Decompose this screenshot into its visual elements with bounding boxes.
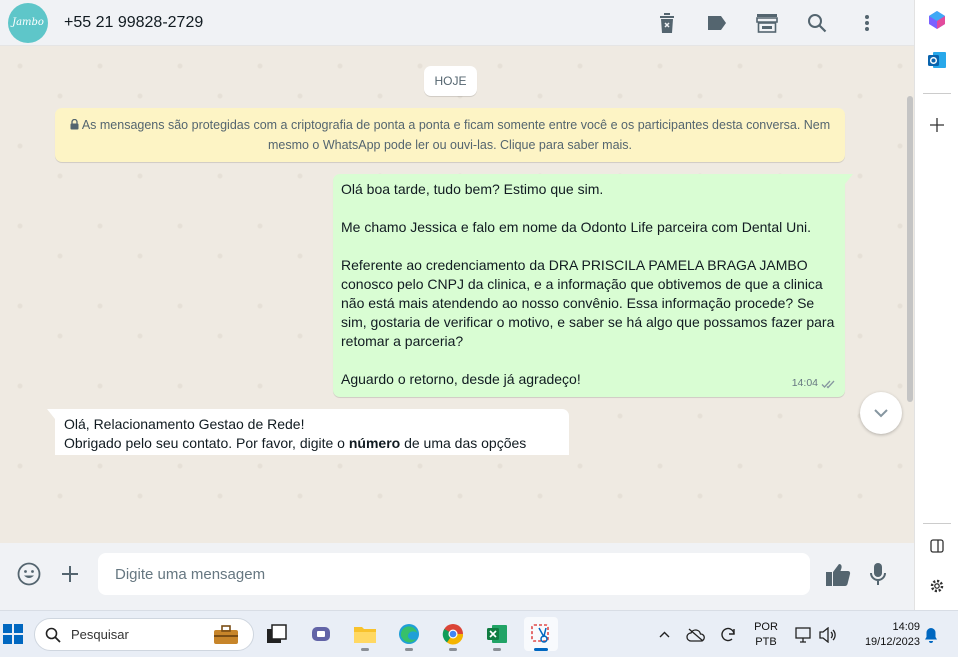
taskbar-search[interactable]: Pesquisar [34, 618, 254, 651]
bubble-tail [47, 409, 55, 419]
menu-dots-icon[interactable] [842, 0, 892, 46]
edge-divider [923, 523, 951, 524]
encryption-notice[interactable]: As mensagens são protegidas com a cripto… [55, 108, 845, 162]
running-indicator [361, 648, 369, 651]
message-line: Olá, Relacionamento Gestao de Rede! [64, 416, 305, 432]
snipping-tool-icon[interactable] [524, 617, 558, 651]
edge-divider [923, 93, 951, 94]
avatar[interactable]: Jambo [8, 2, 48, 43]
incoming-message[interactable]: Olá, Relacionamento Gestao de Rede! Obri… [55, 409, 569, 455]
emoji-icon[interactable] [14, 559, 44, 589]
running-indicator [405, 648, 413, 651]
taskbar: Pesquisar POR PTB 14:09 19/12/2023 [0, 610, 958, 657]
chrome-icon[interactable] [436, 617, 470, 651]
message-paragraph: Olá boa tarde, tudo bem? Estimo que sim. [341, 181, 604, 197]
chevron-up-icon[interactable] [654, 611, 674, 657]
store-icon[interactable] [742, 0, 792, 46]
composer [0, 543, 914, 610]
date-chip: HOJE [424, 66, 477, 96]
message-paragraph: Me chamo Jessica e falo em nome da Odont… [341, 219, 812, 235]
sync-icon[interactable] [716, 611, 740, 657]
lock-icon [70, 118, 79, 130]
edge-icon[interactable] [392, 617, 426, 651]
message-bold-text: número [348, 435, 401, 451]
message-paragraph: Referente ao credenciamento da DRA PRISC… [341, 257, 835, 349]
message-text: de uma das opções [400, 435, 527, 451]
running-indicator [534, 648, 548, 651]
taskbar-search-label: Pesquisar [71, 627, 129, 642]
clock-time: 14:09 [892, 620, 920, 633]
outgoing-message[interactable]: Olá boa tarde, tudo bem? Estimo que sim.… [333, 174, 853, 397]
plus-icon[interactable] [923, 111, 951, 139]
trash-icon[interactable] [642, 0, 692, 46]
avatar-text: Jambo [12, 17, 44, 28]
chat-area[interactable]: HOJE As mensagens são protegidas com a c… [0, 46, 914, 543]
message-line: Obrigado pelo seu contato. Por favor, di… [64, 434, 560, 453]
language-code: POR [754, 620, 778, 633]
windows-start-icon[interactable] [0, 617, 26, 651]
running-indicator [493, 648, 501, 651]
taskbar-clock[interactable]: 14:09 19/12/2023 [848, 611, 920, 657]
message-time: 14:04 [791, 377, 818, 389]
header-actions [642, 0, 892, 46]
message-input[interactable] [98, 553, 810, 595]
bubble-tail [845, 174, 853, 184]
teams-icon[interactable] [304, 617, 338, 651]
file-explorer-icon[interactable] [348, 617, 382, 651]
contact-name[interactable]: +55 21 99828-2729 [64, 14, 203, 32]
outlook-icon[interactable] [923, 46, 951, 74]
copilot-icon[interactable] [923, 6, 951, 34]
cloud-offline-icon[interactable] [684, 611, 708, 657]
chat-header: Jambo +55 21 99828-2729 [0, 0, 914, 46]
search-icon[interactable] [792, 0, 842, 46]
keyboard-language[interactable]: POR PTB [748, 611, 784, 657]
clock-date: 19/12/2023 [864, 635, 920, 648]
message-paragraph: Aguardo o retorno, desde já agradeço! [341, 371, 581, 387]
sidebar-toggle-icon[interactable] [923, 532, 951, 560]
thumbs-up-icon[interactable] [823, 560, 853, 590]
scrollbar[interactable] [907, 96, 913, 402]
encryption-text: As mensagens são protegidas com a cripto… [81, 118, 831, 152]
message-meta: 14:04 [792, 374, 837, 393]
notification-bell-icon[interactable] [920, 611, 942, 657]
message-text: Obrigado pelo seu contato. Por favor, di… [64, 435, 349, 451]
briefcase-icon [214, 624, 238, 644]
gear-icon[interactable] [923, 572, 951, 600]
scroll-down-button[interactable] [860, 392, 902, 434]
network-icon[interactable] [792, 611, 816, 657]
chevron-down-icon [874, 408, 888, 417]
keyboard-layout: PTB [755, 635, 777, 648]
label-icon[interactable] [692, 0, 742, 46]
task-view-icon[interactable] [260, 617, 294, 651]
double-check-icon [821, 380, 835, 388]
excel-icon[interactable] [480, 617, 514, 651]
microphone-icon[interactable] [863, 559, 893, 589]
running-indicator [449, 648, 457, 651]
attach-plus-icon[interactable] [55, 559, 85, 589]
edge-sidebar [914, 0, 958, 610]
volume-icon[interactable] [816, 611, 840, 657]
search-icon [45, 627, 61, 643]
